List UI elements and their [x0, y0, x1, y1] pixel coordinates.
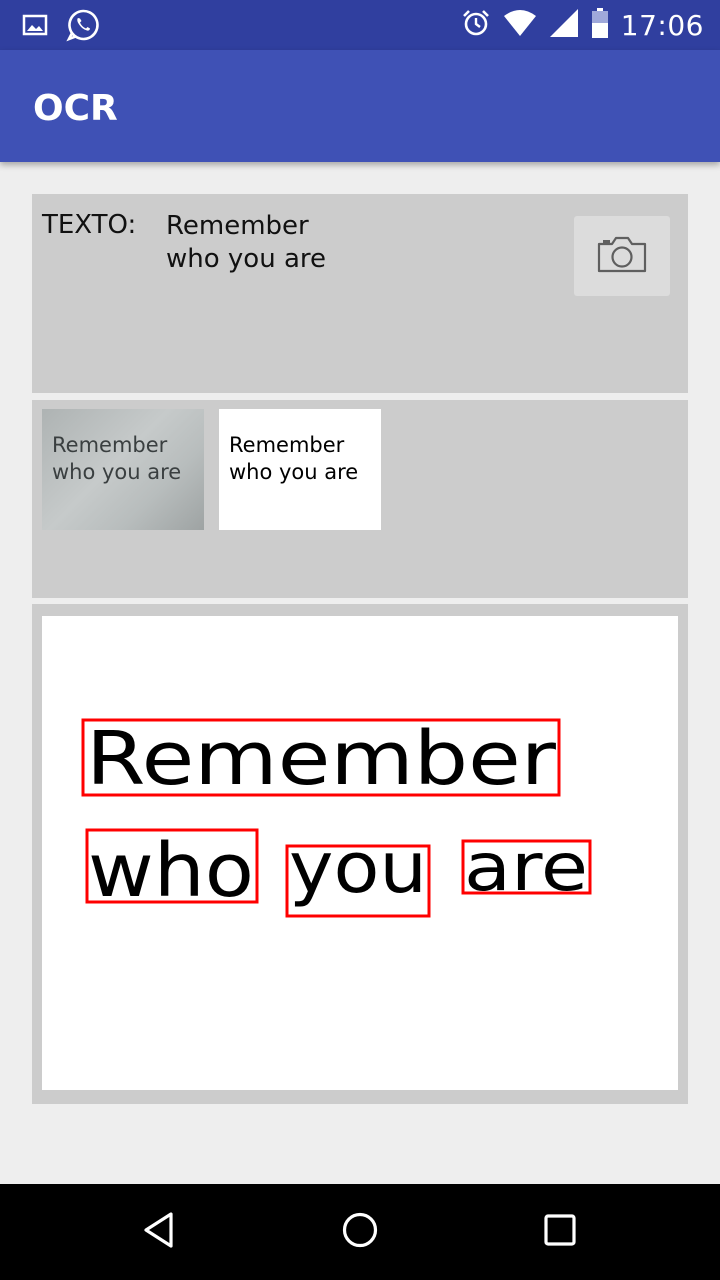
detected-word: Remember — [86, 716, 557, 802]
back-icon — [140, 1210, 180, 1255]
camera-button[interactable] — [574, 216, 670, 296]
detected-word: you — [289, 827, 427, 909]
detected-words-image: Remember who you are — [42, 616, 678, 1090]
status-time: 17:06 — [620, 8, 704, 42]
status-bar: 17:06 — [0, 0, 720, 50]
thumbnail-text-line: who you are — [52, 460, 182, 484]
thumbnail-text-line: Remember — [229, 433, 345, 457]
app-bar: OCR — [0, 50, 720, 162]
home-icon — [340, 1210, 380, 1255]
app-title: OCR — [33, 88, 118, 129]
thumbnail-text-line: Remember — [52, 433, 168, 457]
original-photo-thumbnail[interactable]: Remember who you are — [42, 409, 204, 530]
recents-icon — [540, 1210, 580, 1255]
alarm-icon — [461, 8, 491, 43]
ocr-result-line: Remember — [166, 211, 309, 241]
thumbnails-panel: Remember who you are Remember who you ar… — [32, 400, 688, 598]
back-button[interactable] — [134, 1206, 186, 1258]
processed-image-thumbnail[interactable]: Remember who you are — [219, 409, 381, 530]
whatsapp-icon — [66, 8, 100, 47]
navigation-bar — [0, 1184, 720, 1280]
thumbnail-text-line: who you are — [229, 460, 359, 484]
result-panel: Remember who you are — [32, 604, 688, 1104]
wifi-icon — [503, 9, 537, 42]
camera-icon — [597, 235, 647, 278]
texto-label: TEXTO: — [42, 210, 137, 240]
signal-icon — [549, 8, 579, 43]
home-button[interactable] — [334, 1206, 386, 1258]
recents-button[interactable] — [534, 1206, 586, 1258]
ocr-result-text: Remember who you are — [166, 210, 326, 276]
ocr-result-line: who you are — [166, 244, 326, 274]
ocr-text-panel: TEXTO: Remember who you are — [32, 194, 688, 393]
battery-icon — [591, 7, 609, 43]
gallery-icon — [22, 13, 48, 42]
